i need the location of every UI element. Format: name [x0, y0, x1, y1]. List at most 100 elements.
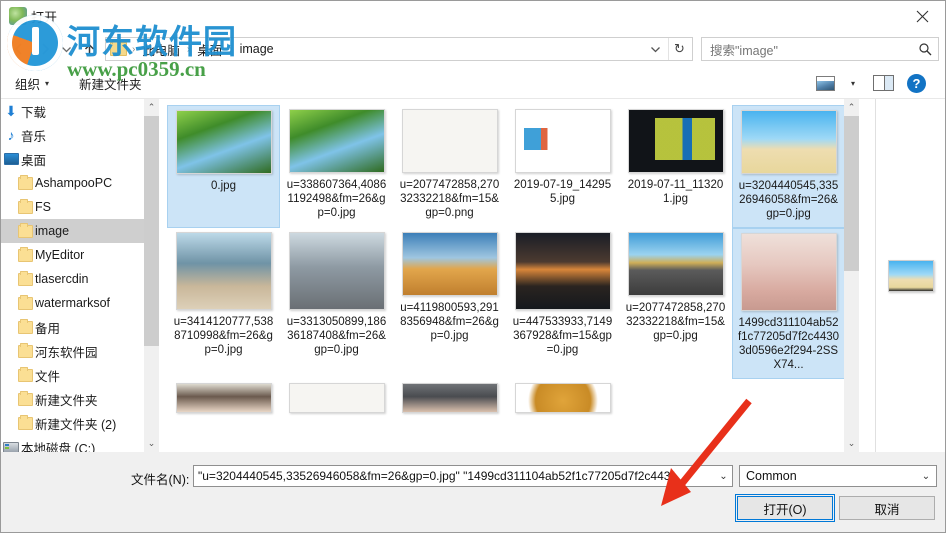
navigation-tree[interactable]: ⬇ 下载 ♪ 音乐 桌面 AshampooPC FS image MyEditor tlaserc…: [1, 99, 159, 452]
file-item[interactable]: u=2077472858,27032332218&fm=15&gp=0.png: [393, 105, 506, 228]
scroll-down-icon[interactable]: ⌄: [144, 435, 159, 452]
folder-icon: [15, 270, 35, 286]
file-thumbnail: [514, 109, 611, 173]
organize-button[interactable]: 组织 ▾: [15, 73, 49, 93]
sidebar-item-label: 本地磁盘 (C:): [21, 441, 96, 453]
navigation-bar: › 此电脑 › 桌面 › image ↻ 搜索"image": [1, 31, 945, 67]
file-thumbnail: [740, 233, 837, 311]
file-item-partial[interactable]: [506, 379, 619, 424]
sidebar-item-12[interactable]: 新建文件夹: [1, 387, 159, 411]
chevron-down-icon[interactable]: ⌄: [715, 471, 732, 482]
file-thumbnail: [401, 109, 498, 173]
file-item[interactable]: 2019-07-19_142955.jpg: [506, 105, 619, 228]
chevron-down-icon: ▾: [851, 78, 856, 88]
filename-value[interactable]: "u=3204440545,33526946058&fm=26&gp=0.jpg…: [194, 469, 715, 483]
sidebar-item-7[interactable]: tlasercdin: [1, 267, 159, 291]
sidebar-item-label: 河东软件园: [35, 345, 98, 360]
sidebar-item-2[interactable]: 桌面: [1, 147, 159, 171]
scroll-down-icon[interactable]: ⌄: [844, 435, 859, 452]
open-button[interactable]: 打开(O): [735, 494, 835, 522]
file-name-label: u=3313050899,18636187408&fm=26&gp=0.jpg: [286, 316, 387, 356]
sidebar-item-13[interactable]: 新建文件夹 (2): [1, 411, 159, 435]
view-mode-button[interactable]: [816, 71, 835, 95]
breadcrumb-this-pc[interactable]: 此电脑: [138, 40, 184, 59]
sidebar-item-label: watermarksof: [35, 296, 111, 310]
file-name-label: 0.jpg: [211, 180, 236, 192]
back-icon[interactable]: [7, 37, 31, 61]
sidebar-item-1[interactable]: ♪ 音乐: [1, 123, 159, 147]
file-name-label: u=447533933,7149367928&fm=15&gp=0.jpg: [512, 316, 613, 356]
file-item[interactable]: 0.jpg: [167, 105, 280, 228]
file-item[interactable]: u=3204440545,33526946058&fm=26&gp=0.jpg: [732, 105, 845, 228]
file-type-select[interactable]: Common ⌄: [739, 465, 937, 487]
scrollbar-thumb[interactable]: [844, 116, 859, 271]
breadcrumb-desktop[interactable]: 桌面: [193, 40, 226, 59]
address-bar[interactable]: › 此电脑 › 桌面 › image ↻: [105, 37, 693, 61]
sidebar-item-8[interactable]: watermarksof: [1, 291, 159, 315]
breadcrumb-separator-2: ›: [229, 43, 233, 55]
scroll-up-icon[interactable]: ⌃: [144, 99, 159, 116]
close-icon[interactable]: [899, 1, 945, 31]
file-item-partial[interactable]: [167, 379, 280, 424]
scroll-up-icon[interactable]: ⌃: [844, 99, 859, 116]
cancel-button[interactable]: 取消: [839, 496, 935, 520]
refresh-icon[interactable]: ↻: [668, 38, 690, 60]
chevron-down-icon[interactable]: [644, 38, 666, 60]
forward-icon[interactable]: [33, 37, 57, 61]
search-icon[interactable]: [912, 42, 938, 56]
help-button[interactable]: ?: [907, 71, 926, 95]
preview-pane: [875, 99, 945, 452]
disk-icon: [1, 441, 21, 452]
sidebar-item-10[interactable]: 河东软件园: [1, 339, 159, 363]
file-item[interactable]: 1499cd311104ab52f1c77205d7f2c44303d0596e…: [732, 228, 845, 379]
folder-icon: [15, 198, 35, 214]
picture-icon: [816, 75, 835, 91]
sidebar-item-label: MyEditor: [35, 248, 85, 262]
file-item-partial[interactable]: [393, 379, 506, 424]
recent-locations-icon[interactable]: [57, 37, 75, 61]
sidebar-item-11[interactable]: 文件: [1, 363, 159, 387]
folder-icon: [15, 414, 35, 430]
file-thumbnail: [175, 232, 272, 310]
file-list-scrollbar[interactable]: ⌃ ⌄: [844, 99, 859, 452]
file-item[interactable]: u=3313050899,18636187408&fm=26&gp=0.jpg: [280, 228, 393, 379]
file-item-partial[interactable]: [280, 379, 393, 424]
folder-icon: [15, 390, 35, 406]
sidebar-item-label: 文件: [35, 369, 61, 384]
sidebar-item-label: 备用: [35, 321, 61, 336]
file-item[interactable]: u=447533933,7149367928&fm=15&gp=0.jpg: [506, 228, 619, 379]
file-name-label: u=2077472858,27032332218&fm=15&gp=0.jpg: [625, 302, 726, 342]
scrollbar-thumb[interactable]: [144, 116, 159, 346]
file-list[interactable]: 0.jpg u=338607364,40861192498&fm=26&gp=0.…: [159, 99, 859, 452]
file-thumbnail: [288, 109, 385, 173]
dialog-footer: 文件名(N): "u=3204440545,33526946058&fm=26&…: [1, 452, 945, 532]
open-file-dialog: 打开 › 此电脑 › 桌面 › image ↻ 搜索"image" 组织 ▾ 新…: [0, 0, 946, 533]
up-icon[interactable]: [77, 37, 101, 61]
title-bar: 打开: [1, 1, 945, 31]
dialog-body: ⬇ 下载 ♪ 音乐 桌面 AshampooPC FS image MyEditor tlaserc…: [1, 99, 945, 452]
file-item[interactable]: 2019-07-11_113201.jpg: [619, 105, 732, 228]
filename-field[interactable]: "u=3204440545,33526946058&fm=26&gp=0.jpg…: [193, 465, 733, 487]
sidebar-item-label: 新建文件夹: [35, 393, 98, 408]
folder-icon: [15, 294, 35, 310]
sidebar-item-3[interactable]: AshampooPC: [1, 171, 159, 195]
file-name-label: 2019-07-11_113201.jpg: [627, 179, 724, 205]
search-input[interactable]: 搜索"image": [701, 37, 939, 61]
file-item[interactable]: u=3414120777,5388710998&fm=26&gp=0.jpg: [167, 228, 280, 379]
sidebar-item-5[interactable]: image: [1, 219, 159, 243]
new-folder-button[interactable]: 新建文件夹: [79, 73, 142, 93]
sidebar-item-0[interactable]: ⬇ 下载: [1, 99, 159, 123]
file-name-label: u=3204440545,33526946058&fm=26&gp=0.jpg: [738, 180, 839, 220]
file-item[interactable]: u=338607364,40861192498&fm=26&gp=0.jpg: [280, 105, 393, 228]
sidebar-item-14[interactable]: 本地磁盘 (C:): [1, 435, 159, 452]
preview-pane-button[interactable]: [873, 71, 894, 95]
view-mode-caret[interactable]: ▾: [846, 71, 855, 95]
breadcrumb-image[interactable]: image: [236, 42, 278, 56]
sidebar-item-9[interactable]: 备用: [1, 315, 159, 339]
file-item[interactable]: u=4119800593,2918356948&fm=26&gp=0.jpg: [393, 228, 506, 379]
sidebar-scrollbar[interactable]: ⌃ ⌄: [144, 99, 159, 452]
sidebar-item-4[interactable]: FS: [1, 195, 159, 219]
sidebar-item-6[interactable]: MyEditor: [1, 243, 159, 267]
file-name-label: u=3414120777,5388710998&fm=26&gp=0.jpg: [173, 316, 274, 356]
file-item[interactable]: u=2077472858,27032332218&fm=15&gp=0.jpg: [619, 228, 732, 379]
